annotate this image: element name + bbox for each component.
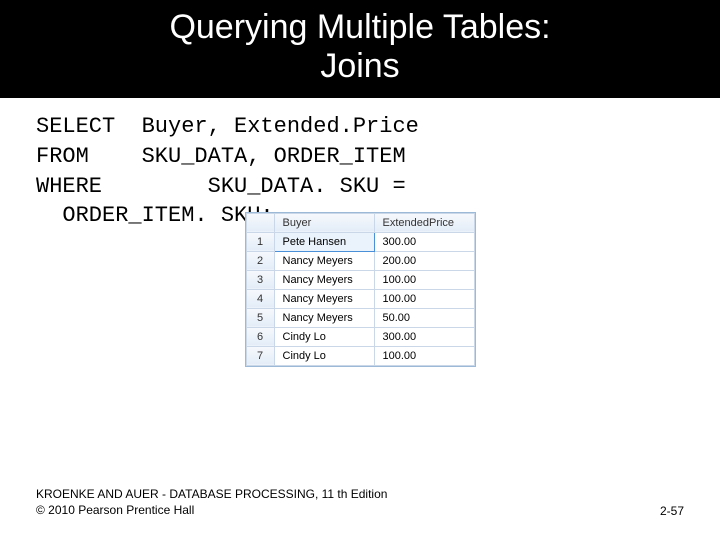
sql-line-where: WHERE SKU_DATA. SKU = bbox=[36, 172, 684, 202]
title-bar: Querying Multiple Tables: Joins bbox=[0, 0, 720, 98]
table-row: 3 Nancy Meyers 100.00 bbox=[246, 270, 474, 289]
slide: Querying Multiple Tables: Joins SELECT B… bbox=[0, 0, 720, 540]
selected-cell: Pete Hansen bbox=[274, 232, 374, 251]
table-row: 7 Cindy Lo 100.00 bbox=[246, 346, 474, 365]
table-row: 4 Nancy Meyers 100.00 bbox=[246, 289, 474, 308]
col-buyer: Buyer bbox=[274, 213, 374, 232]
slide-number: 2-57 bbox=[660, 504, 684, 518]
footer-credits: KROENKE AND AUER - DATABASE PROCESSING, … bbox=[36, 486, 387, 518]
slide-title: Querying Multiple Tables: Joins bbox=[0, 8, 720, 86]
col-extendedprice: ExtendedPrice bbox=[374, 213, 474, 232]
table-row: 2 Nancy Meyers 200.00 bbox=[246, 251, 474, 270]
table-row: 5 Nancy Meyers 50.00 bbox=[246, 308, 474, 327]
col-rownum bbox=[246, 213, 274, 232]
sql-code-block: SELECT Buyer, Extended.Price FROM SKU_DA… bbox=[0, 98, 720, 231]
sql-line-select: SELECT Buyer, Extended.Price bbox=[36, 112, 684, 142]
result-table: Buyer ExtendedPrice 1 Pete Hansen 300.00… bbox=[246, 213, 475, 366]
table-row: 6 Cindy Lo 300.00 bbox=[246, 327, 474, 346]
table-row: 1 Pete Hansen 300.00 bbox=[246, 232, 474, 251]
result-table-wrap: Buyer ExtendedPrice 1 Pete Hansen 300.00… bbox=[0, 213, 720, 366]
footer: KROENKE AND AUER - DATABASE PROCESSING, … bbox=[36, 486, 684, 518]
sql-line-from: FROM SKU_DATA, ORDER_ITEM bbox=[36, 142, 684, 172]
